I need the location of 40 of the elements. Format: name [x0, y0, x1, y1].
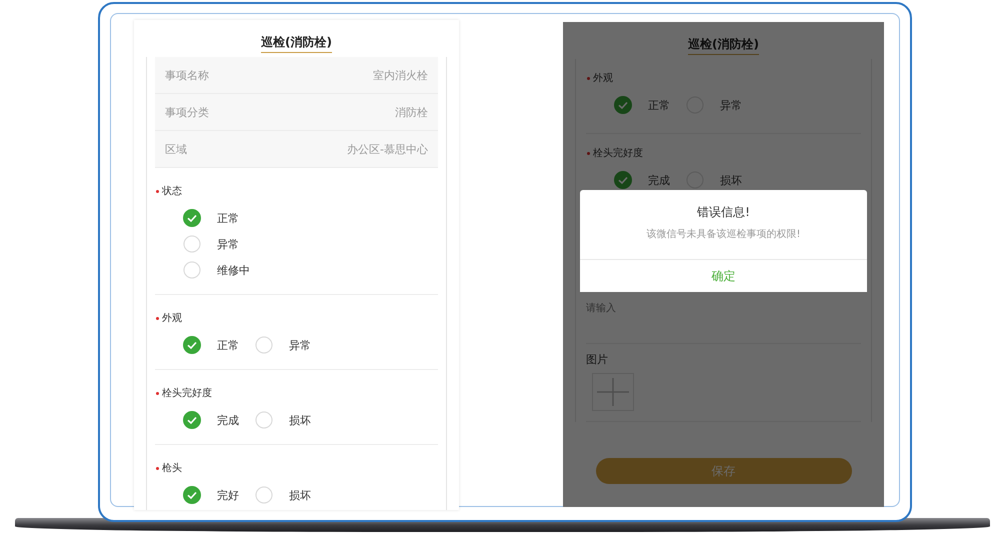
- checked-radio-icon[interactable]: [183, 486, 201, 504]
- page-title: 巡检(消防栓): [688, 36, 759, 55]
- option-label[interactable]: 损坏: [289, 412, 311, 428]
- checked-radio-icon[interactable]: [183, 336, 201, 354]
- dialog-title: 错误信息!: [697, 204, 750, 221]
- question-label: 外观: [162, 312, 182, 325]
- field-label: 事项名称: [165, 68, 209, 82]
- option-label[interactable]: 正常: [217, 338, 239, 352]
- dialog-message: 该微信号未具备该巡检事项的权限!: [646, 228, 800, 241]
- checked-radio-icon[interactable]: [183, 411, 201, 429]
- option-label[interactable]: 异常: [217, 236, 239, 252]
- radio-icon[interactable]: [255, 411, 273, 429]
- question-label: 外观: [593, 72, 613, 85]
- field-value: 消防栓: [395, 104, 428, 120]
- option-label[interactable]: 完成: [217, 412, 239, 428]
- option-label[interactable]: 完好: [217, 488, 239, 502]
- radio-icon[interactable]: [686, 171, 704, 189]
- page-title: 巡检(消防栓): [261, 34, 332, 53]
- question-label: 状态: [162, 184, 182, 198]
- option-label[interactable]: 损坏: [289, 488, 311, 502]
- radio-icon[interactable]: [183, 235, 201, 253]
- field-value: 办公区-慕思中心: [347, 142, 428, 156]
- question-label: 栓头完好度: [593, 146, 643, 160]
- option-label[interactable]: 正常: [217, 210, 239, 226]
- checked-radio-icon[interactable]: [614, 171, 632, 189]
- remark-field[interactable]: 请输入: [586, 301, 786, 329]
- radio-icon[interactable]: [255, 336, 273, 354]
- field-label: 事项分类: [165, 104, 209, 120]
- checked-radio-icon[interactable]: [614, 96, 632, 114]
- field-value: 室内消火栓: [373, 68, 428, 82]
- option-label[interactable]: 维修中: [217, 262, 250, 278]
- question-label: 枪头: [162, 462, 182, 475]
- radio-icon[interactable]: [255, 486, 273, 504]
- question-label: 栓头完好度: [162, 386, 212, 400]
- checked-radio-icon[interactable]: [183, 209, 201, 227]
- photo-label: 图片: [586, 352, 609, 367]
- option-label[interactable]: 异常: [289, 338, 311, 352]
- add-photo-button[interactable]: [592, 373, 634, 411]
- field-label: 区域: [165, 142, 187, 156]
- radio-icon[interactable]: [183, 261, 201, 279]
